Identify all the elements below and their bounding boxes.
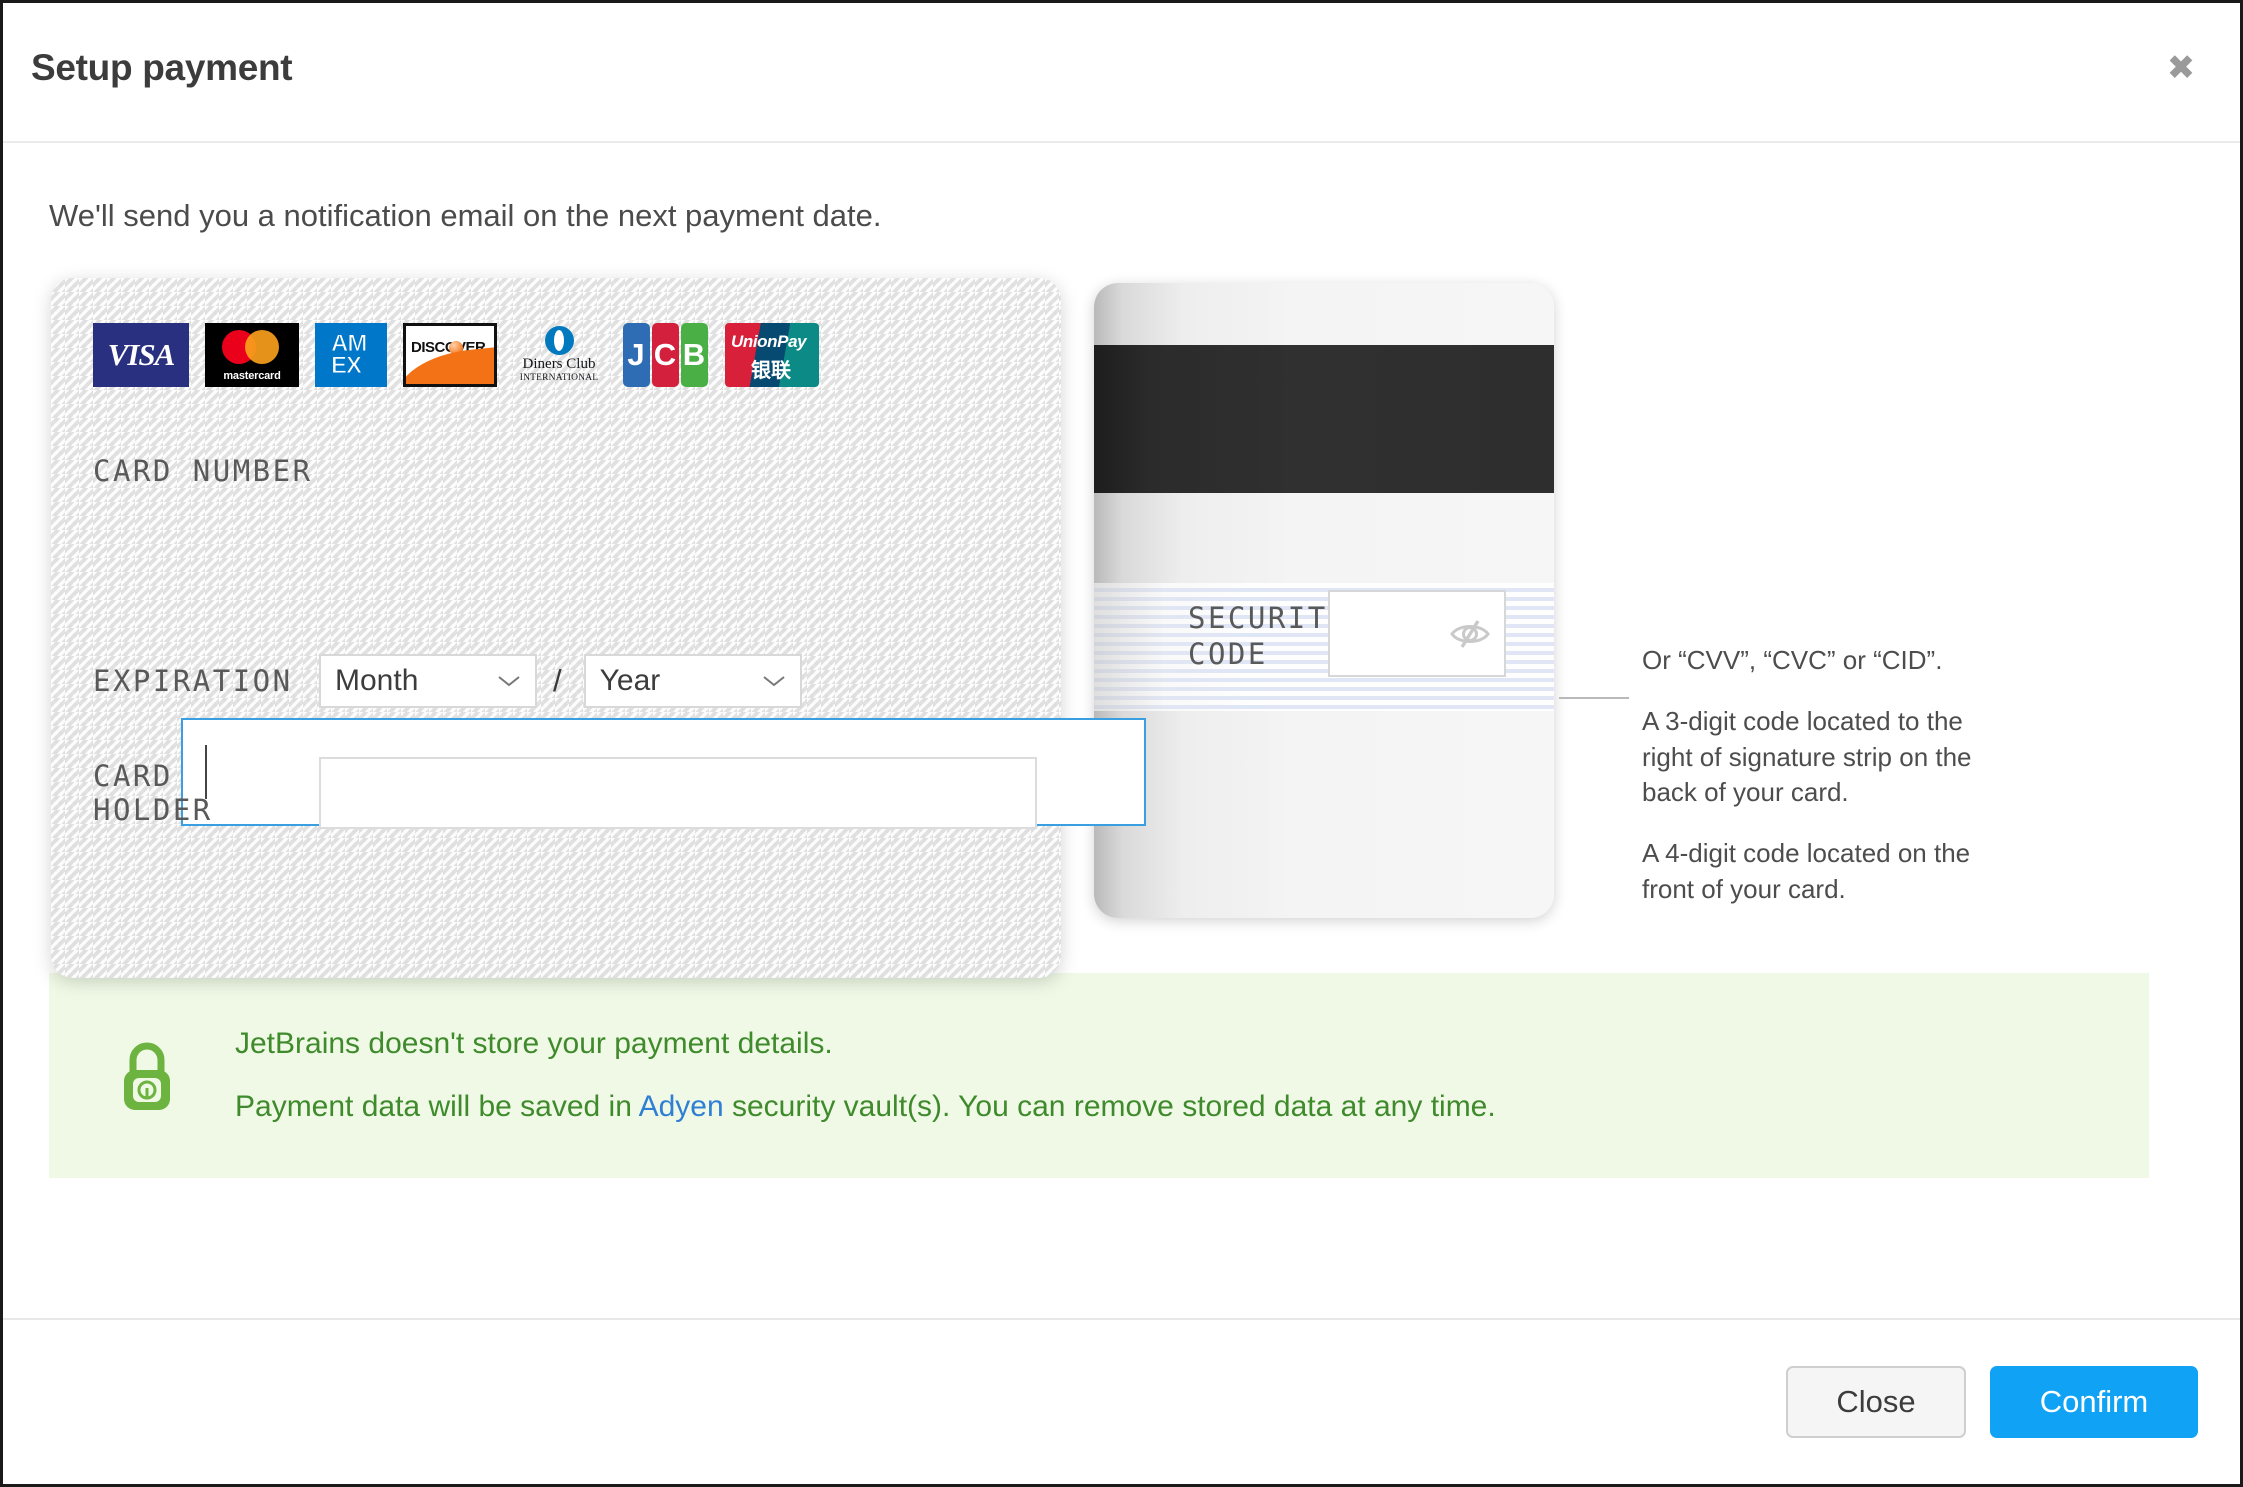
help-paragraph: A 4-digit code located on the front of y…	[1642, 838, 1971, 904]
close-button[interactable]: Close	[1786, 1366, 1966, 1438]
lock-icon	[101, 1038, 193, 1114]
discover-logo-icon: DISCOVER	[403, 323, 497, 387]
card-holder-label: CARD HOLDER	[93, 759, 213, 827]
expiration-year-value: Year	[599, 664, 661, 697]
help-paragraph: Or “CVV”, “CVC” or “CID”.	[1642, 645, 1943, 675]
eye-off-icon[interactable]	[1448, 617, 1492, 651]
card-holder-row: CARD HOLDER	[93, 756, 1037, 830]
card-holder-input[interactable]	[319, 757, 1037, 829]
dialog-body: We'll send you a notification email on t…	[3, 143, 2240, 1318]
dialog-header: Setup payment ✖	[3, 3, 2240, 143]
help-paragraph: A 3-digit code located to the right of s…	[1642, 706, 1972, 808]
mastercard-yellow-circle	[245, 330, 279, 364]
intro-text: We'll send you a notification email on t…	[49, 198, 882, 233]
dialog-footer: Close Confirm	[3, 1318, 2240, 1484]
card-number-input-wrapper	[93, 498, 1146, 826]
privacy-notice-line-1: JetBrains doesn't store your payment det…	[235, 1027, 833, 1060]
chevron-down-icon	[498, 676, 520, 687]
page-title: Setup payment	[31, 47, 293, 88]
accepted-card-brands: VISA mastercard AMEX DISCOVER	[93, 323, 819, 387]
credit-card-illustration: SECURITY CODE VISA mastercard AM EX Dine…	[51, 278, 1972, 1058]
expiration-separator: /	[553, 663, 562, 698]
privacy-notice-line-2: Payment data will be saved in Adyen secu…	[235, 1087, 1496, 1128]
confirm-button[interactable]: Confirm	[1990, 1366, 2198, 1438]
expiration-label: EXPIRATION	[93, 664, 293, 698]
expiration-year-select[interactable]: Year	[583, 654, 802, 708]
magnetic-stripe	[1094, 345, 1554, 493]
card-front-illustration: VISA mastercard AMEX DISCOVER	[51, 278, 1146, 978]
adyen-link[interactable]: Adyen	[639, 1090, 724, 1123]
amex-logo-icon: AM EX	[315, 323, 387, 387]
privacy-notice-text: JetBrains doesn't store your payment det…	[235, 1024, 1496, 1127]
expiration-month-select[interactable]: Month	[319, 654, 537, 708]
callout-leader-line	[1559, 697, 1629, 699]
diners-club-logo-icon: Diners Club INTERNATIONAL	[513, 323, 605, 387]
expiration-row: EXPIRATION Month / Year	[93, 652, 802, 710]
security-code-input[interactable]	[1328, 590, 1506, 677]
close-icon[interactable]: ✖	[2158, 45, 2204, 91]
card-number-label: CARD NUMBER	[93, 454, 313, 488]
mastercard-logo-icon: mastercard	[205, 323, 299, 387]
setup-payment-dialog: Setup payment ✖ We'll send you a notific…	[0, 0, 2243, 1487]
notice-text-after: security vault(s). You can remove stored…	[723, 1089, 1496, 1123]
diners-club-mark	[544, 325, 574, 355]
notice-text-before: Payment data will be saved in	[235, 1089, 639, 1123]
chevron-down-icon	[763, 676, 785, 687]
unionpay-logo-icon: UnionPay 银联	[725, 323, 819, 387]
visa-logo-icon: VISA	[93, 323, 189, 387]
expiration-month-value: Month	[335, 664, 419, 697]
privacy-notice: JetBrains doesn't store your payment det…	[49, 973, 2149, 1178]
jcb-logo-icon: J C B	[621, 323, 709, 387]
security-code-help: Or “CVV”, “CVC” or “CID”. A 3-digit code…	[1642, 643, 2002, 907]
amex-logo-text: AM EX	[330, 330, 367, 379]
